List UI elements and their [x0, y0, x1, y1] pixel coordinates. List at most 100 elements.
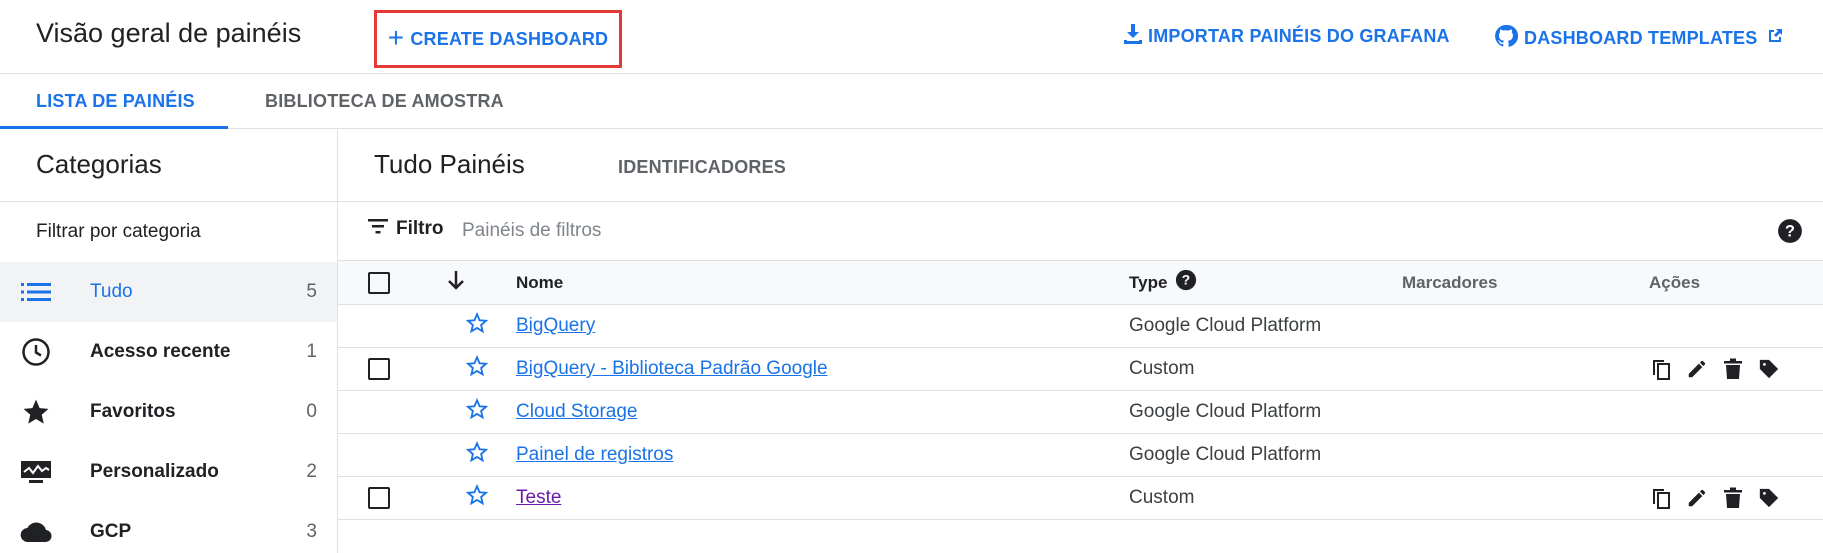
dashboard-link[interactable]: BigQuery - Biblioteca Padrão Google: [516, 358, 828, 379]
actions-cell: [1649, 347, 1823, 391]
sidebar-item-gcp[interactable]: GCP 3: [0, 502, 337, 553]
name-cell: BigQuery - Biblioteca Padrão Google: [516, 347, 1129, 391]
name-cell: Painel de registros: [516, 433, 1129, 477]
main-title: Tudo Painéis: [374, 149, 525, 179]
header-actions: Ações: [1649, 260, 1823, 305]
sidebar-item-favorites[interactable]: Favoritos 0: [0, 382, 337, 442]
label-tag-icon[interactable]: [1757, 357, 1781, 381]
sidebar-item-label: GCP: [90, 521, 132, 542]
actions-cell: [1649, 304, 1823, 348]
copy-icon[interactable]: [1649, 486, 1673, 510]
github-icon: [1494, 24, 1519, 53]
create-dashboard-button[interactable]: + CREATE DASHBOARD: [374, 10, 622, 68]
cloud-icon: [20, 516, 52, 548]
header-type-cell: Type ?: [1129, 260, 1402, 305]
delete-icon[interactable]: [1721, 357, 1745, 381]
sidebar-item-count: 5: [306, 281, 317, 302]
clock-icon: [20, 336, 52, 368]
dashboard-link[interactable]: BigQuery: [516, 315, 595, 336]
star-outline-icon[interactable]: [465, 311, 489, 340]
tags-cell: [1402, 390, 1649, 434]
sidebar-item-custom[interactable]: Personalizado 2: [0, 442, 337, 502]
filter-by-category-label: Filtrar por categoria: [36, 221, 201, 242]
tab-dashboard-list[interactable]: LISTA DE PAINÉIS: [36, 74, 195, 129]
filter-bar: Filtro ?: [338, 202, 1823, 260]
tab-sample-library[interactable]: BIBLIOTECA DE AMOSTRA: [265, 74, 504, 129]
sidebar-item-all[interactable]: Tudo 5: [0, 262, 337, 322]
import-grafana-button[interactable]: IMPORTAR PAINÉIS DO GRAFANA: [1124, 24, 1450, 49]
dashboard-link[interactable]: Teste: [516, 487, 561, 508]
actions-cell: [1649, 476, 1823, 520]
star-outline-icon[interactable]: [465, 397, 489, 426]
sidebar-item-label: Favoritos: [90, 401, 176, 422]
dashboard-templates-link[interactable]: DASHBOARD TEMPLATES: [1494, 24, 1783, 53]
type-help-icon[interactable]: ?: [1175, 269, 1197, 296]
page-header: Visão geral de painéis + CREATE DASHBOAR…: [0, 0, 1823, 74]
tab-identifiers[interactable]: IDENTIFICADORES: [618, 157, 786, 178]
row-checkbox[interactable]: [368, 486, 390, 509]
star-outline-icon[interactable]: [465, 440, 489, 469]
type-cell: Custom: [1129, 347, 1402, 391]
monitor-chart-icon: [20, 456, 52, 488]
import-grafana-label: IMPORTAR PAINÉIS DO GRAFANA: [1148, 26, 1450, 46]
star-cell: [426, 347, 516, 391]
svg-text:?: ?: [1182, 273, 1190, 288]
table-header-row: Nome Type ? Marcadores Ações: [338, 260, 1823, 305]
help-icon[interactable]: ?: [1777, 218, 1803, 244]
label-tag-icon[interactable]: [1757, 486, 1781, 510]
sidebar-title: Categorias: [36, 149, 162, 179]
sidebar-item-count: 1: [306, 341, 317, 362]
sidebar-item-label: Personalizado: [90, 461, 219, 482]
filter-input[interactable]: [462, 215, 1362, 247]
tags-cell: [1402, 304, 1649, 348]
categories-sidebar: Categorias Filtrar por categoria Tudo 5 …: [0, 129, 338, 553]
select-all-checkbox[interactable]: [368, 271, 390, 294]
dashboard-link[interactable]: Cloud Storage: [516, 401, 637, 422]
checkbox-cell: [338, 304, 426, 348]
sidebar-item-label: Tudo: [90, 281, 133, 302]
star-cell: [426, 304, 516, 348]
name-cell: Teste: [516, 476, 1129, 520]
star-cell: [426, 476, 516, 520]
filter-label: Filtro: [396, 218, 444, 239]
star-outline-icon[interactable]: [465, 354, 489, 383]
sidebar-item-recent[interactable]: Acesso recente 1: [0, 322, 337, 382]
sidebar-item-count: 3: [306, 521, 317, 542]
copy-icon[interactable]: [1649, 357, 1673, 381]
tags-cell: [1402, 347, 1649, 391]
arrow-down-icon[interactable]: [446, 269, 466, 296]
type-cell: Google Cloud Platform: [1129, 390, 1402, 434]
sidebar-item-count: 0: [306, 401, 317, 422]
star-cell: [426, 390, 516, 434]
dashboard-templates-label: DASHBOARD TEMPLATES: [1524, 28, 1758, 48]
download-icon: [1124, 24, 1142, 49]
svg-text:?: ?: [1785, 222, 1795, 240]
table-row: Painel de registros Google Cloud Platfor…: [338, 433, 1823, 477]
header-name[interactable]: Nome: [516, 260, 1129, 305]
open-in-new-icon: [1767, 28, 1783, 49]
edit-icon[interactable]: [1685, 357, 1709, 381]
header-type[interactable]: Type: [1129, 273, 1167, 293]
type-cell: Custom: [1129, 476, 1402, 520]
table-row: BigQuery - Biblioteca Padrão Google Cust…: [338, 347, 1823, 391]
page-title: Visão geral de painéis: [36, 18, 302, 48]
sidebar-item-count: 2: [306, 461, 317, 482]
tags-cell: [1402, 433, 1649, 477]
star-filled-icon: [20, 396, 52, 428]
delete-icon[interactable]: [1721, 486, 1745, 510]
star-outline-icon[interactable]: [465, 483, 489, 512]
filter-icon: [368, 218, 388, 240]
checkbox-cell: [338, 347, 426, 391]
plus-icon: +: [387, 21, 405, 53]
type-cell: Google Cloud Platform: [1129, 304, 1402, 348]
checkbox-cell: [338, 476, 426, 520]
name-cell: BigQuery: [516, 304, 1129, 348]
sidebar-divider: [0, 201, 337, 202]
filter-button[interactable]: Filtro: [368, 218, 444, 240]
table-row: Teste Custom: [338, 476, 1823, 520]
dashboard-link[interactable]: Painel de registros: [516, 444, 673, 465]
header-sort-cell: [426, 260, 516, 305]
checkbox-cell: [338, 390, 426, 434]
row-checkbox[interactable]: [368, 357, 390, 380]
edit-icon[interactable]: [1685, 486, 1709, 510]
